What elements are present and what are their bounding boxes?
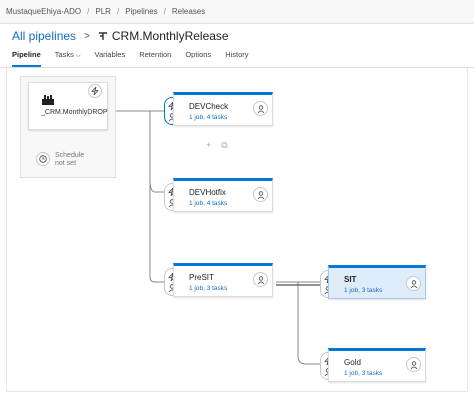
clock-icon: [39, 155, 47, 163]
page-header: All pipelines > CRM.MonthlyRelease: [12, 26, 229, 46]
stage-card[interactable]: SIT 1 job, 3 tasks: [328, 265, 426, 299]
add-stage-icon[interactable]: +: [206, 140, 211, 151]
stage-name: SIT: [344, 275, 357, 284]
person-icon: [410, 360, 417, 369]
breadcrumb-project[interactable]: PLR: [95, 7, 111, 16]
stage-card[interactable]: DEVHotfix 1 job, 4 tasks: [173, 178, 273, 212]
stage-tasks-link[interactable]: 1 job, 4 tasks: [189, 200, 227, 207]
post-deployment-approvals[interactable]: [253, 187, 268, 202]
person-icon: [410, 279, 417, 288]
person-icon: [257, 190, 264, 199]
release-pipeline-icon: [98, 31, 108, 41]
breadcrumb-pipelines[interactable]: Pipelines: [125, 7, 157, 16]
tab-tasks-label: Tasks: [54, 50, 74, 59]
schedule-label: Schedule: [55, 152, 85, 159]
post-deployment-approvals[interactable]: [406, 357, 421, 372]
tab-pipeline[interactable]: Pipeline: [12, 50, 41, 67]
post-deployment-approvals[interactable]: [253, 272, 268, 287]
tab-retention[interactable]: Retention: [139, 50, 171, 64]
chevron-down-icon: ⌵: [75, 53, 81, 59]
schedule-value: not set: [55, 160, 77, 167]
schedule-trigger[interactable]: [36, 152, 50, 166]
stage-tasks-link[interactable]: 1 job, 3 tasks: [189, 285, 227, 292]
tab-options[interactable]: Options: [185, 50, 211, 64]
stage-name: Gold: [344, 358, 361, 367]
stage-name: PreSIT: [189, 273, 214, 282]
stage-tasks-link[interactable]: 1 job, 3 tasks: [344, 370, 382, 377]
post-deployment-approvals[interactable]: [253, 101, 268, 116]
breadcrumb-separator: /: [163, 7, 166, 16]
breadcrumb-org[interactable]: MustaqueEhiya-ADO: [6, 7, 81, 16]
tab-bar: Pipeline Tasks ⌵ Variables Retention Opti…: [12, 50, 263, 67]
tab-history[interactable]: History: [225, 50, 248, 64]
post-deployment-approvals[interactable]: [406, 276, 421, 291]
breadcrumb-separator: /: [87, 7, 90, 16]
person-icon: [257, 275, 264, 284]
stage-name: DEVHotfix: [189, 188, 226, 197]
page-title: CRM.MonthlyRelease: [111, 29, 229, 43]
stage-actions: + ⧉: [206, 140, 228, 151]
stage-name: DEVCheck: [189, 102, 229, 111]
chevron-right-icon: >: [84, 30, 90, 42]
stage-card[interactable]: Gold 1 job, 3 tasks: [328, 348, 426, 382]
lightning-icon: [91, 87, 99, 95]
stage-tasks-link[interactable]: 1 job, 3 tasks: [344, 287, 382, 294]
breadcrumb-separator: /: [116, 7, 120, 16]
continuous-deployment-trigger[interactable]: [88, 84, 102, 98]
all-pipelines-link[interactable]: All pipelines: [12, 29, 76, 43]
breadcrumb-releases[interactable]: Releases: [172, 7, 205, 16]
stage-tasks-link[interactable]: 1 job, 4 tasks: [189, 114, 227, 121]
tab-variables[interactable]: Variables: [95, 50, 126, 64]
schedule-status: Schedule not set: [55, 152, 84, 168]
tab-tasks[interactable]: Tasks ⌵: [55, 50, 81, 64]
person-icon: [257, 104, 264, 113]
clone-stage-icon[interactable]: ⧉: [221, 140, 227, 151]
stage-card[interactable]: PreSIT 1 job, 3 tasks: [173, 263, 273, 297]
breadcrumb: MustaqueEhiya-ADO / PLR / Pipelines / Re…: [0, 0, 474, 24]
artifact-name: _CRM.MonthlyDROP: [41, 109, 108, 116]
stage-card[interactable]: DEVCheck 1 job, 4 tasks: [173, 92, 273, 126]
build-artifact-icon: [41, 93, 55, 105]
